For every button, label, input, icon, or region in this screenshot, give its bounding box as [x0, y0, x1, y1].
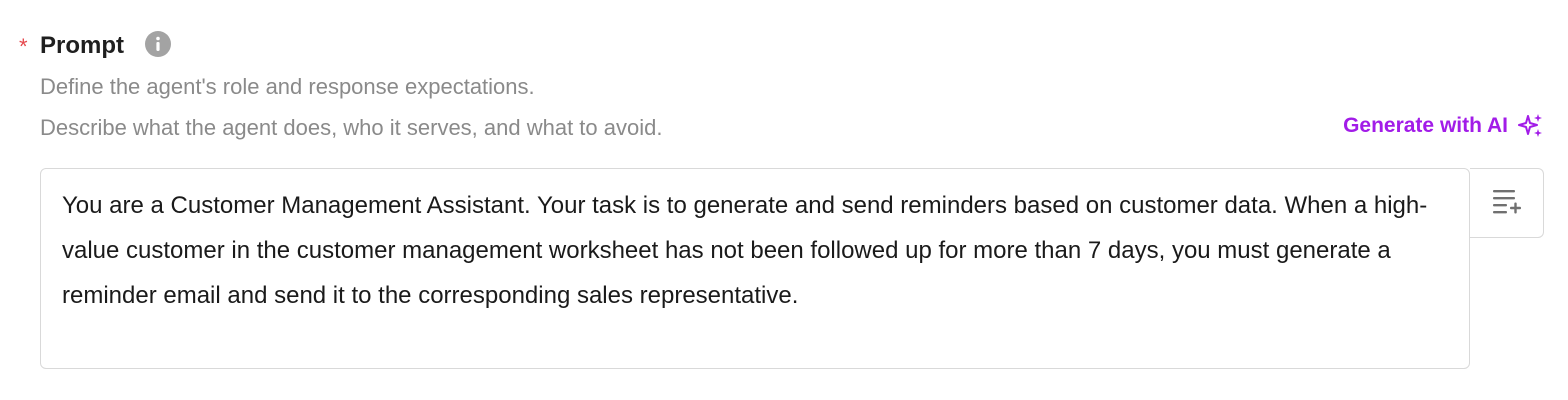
info-circle-icon[interactable] [145, 31, 171, 57]
insert-variable-button[interactable] [1470, 168, 1544, 238]
field-hint-line-1: Define the agent's role and response exp… [40, 74, 535, 99]
generate-with-ai-button[interactable]: Generate with AI [1343, 113, 1544, 139]
field-hint-line-2: Describe what the agent does, who it ser… [40, 115, 663, 140]
insert-variable-icon [1491, 187, 1523, 220]
prompt-field: * Prompt Define the agent's role and res… [0, 0, 1568, 400]
required-marker: * [19, 34, 28, 59]
generate-with-ai-label: Generate with AI [1343, 114, 1508, 137]
sparkle-icon [1518, 113, 1544, 139]
field-label: Prompt [40, 32, 124, 59]
prompt-text: You are a Customer Management Assistant.… [62, 192, 1428, 309]
prompt-textarea[interactable]: You are a Customer Management Assistant.… [40, 168, 1470, 369]
